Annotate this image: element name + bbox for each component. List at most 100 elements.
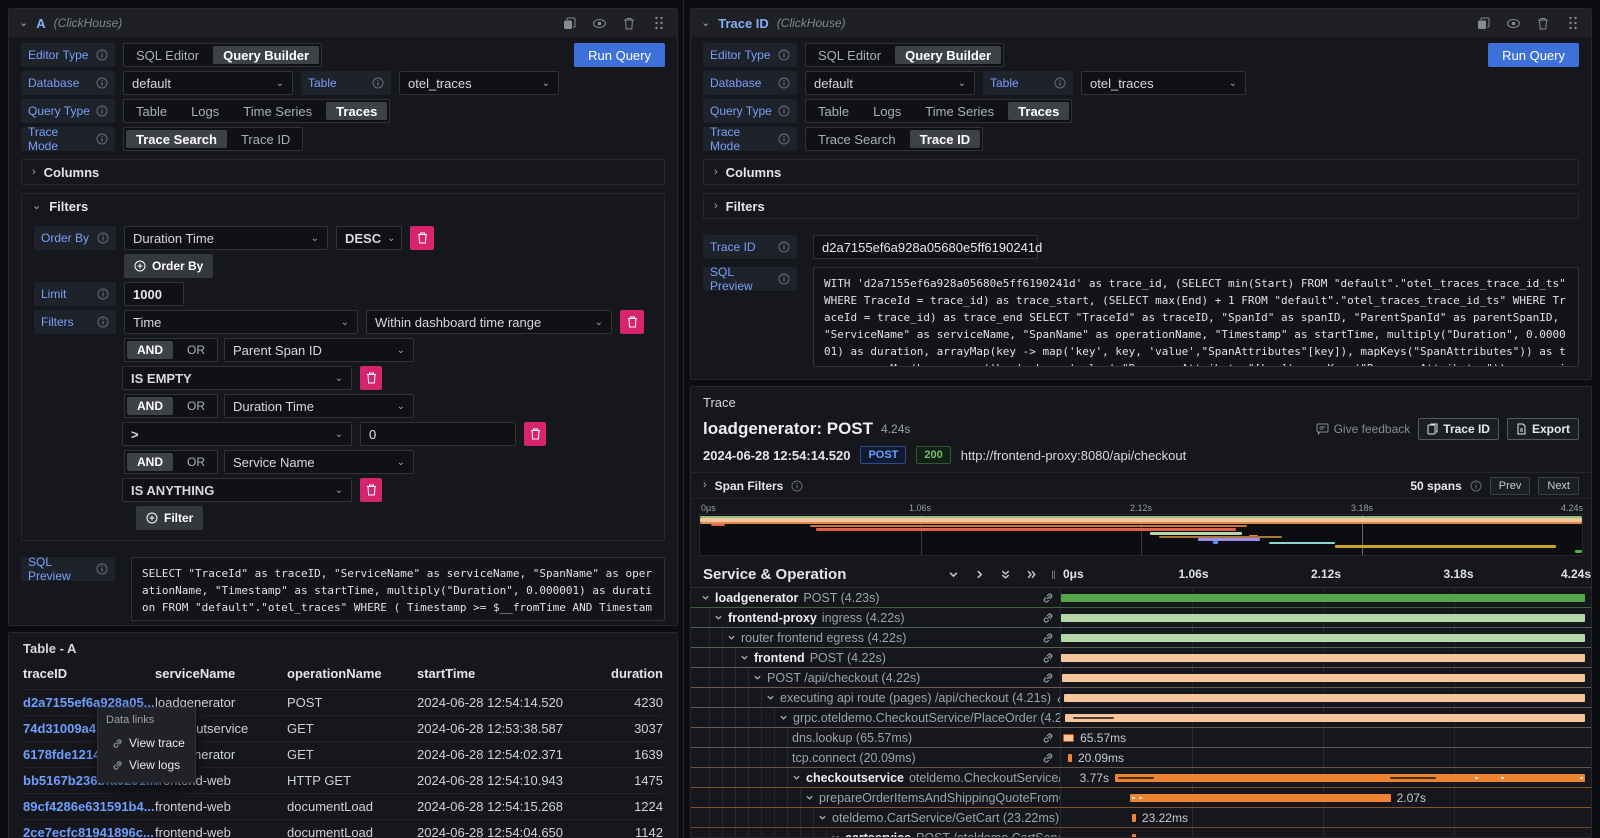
order-by-direction-select[interactable]: DESC⌄: [336, 226, 402, 250]
span-name-cell[interactable]: checkoutserviceoteldemo.CheckoutService/…: [691, 768, 1061, 787]
info-icon[interactable]: [778, 105, 790, 117]
span-row[interactable]: executing api route (pages) /api/checkou…: [691, 688, 1591, 708]
sql-editor-option[interactable]: SQL Editor: [124, 44, 211, 66]
query-type-timeseries[interactable]: Time Series: [231, 100, 324, 122]
delete-query-trash-icon[interactable]: [621, 15, 637, 31]
remove-time-filter-button[interactable]: [620, 310, 644, 334]
trace-search-option[interactable]: Trace Search: [126, 130, 227, 148]
span-bar-cell[interactable]: 2.07s: [1061, 788, 1585, 807]
span-bar[interactable]: [1061, 614, 1585, 622]
drag-handle-icon[interactable]: [1565, 15, 1581, 31]
span-collapse-chevron-icon[interactable]: [792, 773, 801, 782]
span-row[interactable]: oteldemo.CartService/GetCart (23.22ms)23…: [691, 808, 1591, 828]
collapse-chevron-icon[interactable]: ⌄: [701, 18, 710, 29]
remove-order-by-button[interactable]: [410, 226, 434, 250]
info-icon[interactable]: [778, 273, 790, 285]
span-bar[interactable]: [1065, 714, 1585, 722]
view-logs-link[interactable]: View logs: [106, 754, 187, 776]
span-bar-cell[interactable]: 3.77s: [1061, 768, 1585, 787]
query-type-logs[interactable]: Logs: [861, 100, 913, 122]
info-icon[interactable]: [778, 49, 790, 61]
trace-minimap[interactable]: 0μs1.06s2.12s3.18s4.24s: [699, 503, 1583, 556]
or-option[interactable]: OR: [175, 339, 217, 361]
expand-one-icon[interactable]: [971, 567, 987, 583]
trace-id-input[interactable]: d2a7155ef6a928a05680e5ff6190241d: [813, 235, 1038, 259]
span-bar[interactable]: [1063, 734, 1075, 742]
info-icon[interactable]: [97, 232, 109, 244]
query-inspector-button[interactable]: Query inspector: [805, 379, 935, 380]
span-bar[interactable]: [1064, 694, 1585, 702]
query-type-table[interactable]: Table: [806, 100, 861, 122]
span-bar[interactable]: [1062, 674, 1585, 682]
span-name-cell[interactable]: cartservicePOST /oteldemo.CartService/Ge…: [691, 828, 1061, 838]
filter-field-select[interactable]: Service Name⌄: [224, 450, 414, 474]
remove-filter-button[interactable]: [360, 478, 382, 502]
span-bar[interactable]: [1061, 634, 1585, 642]
span-bar-cell[interactable]: [1061, 588, 1585, 607]
hide-response-eye-icon[interactable]: [1505, 15, 1521, 31]
info-icon[interactable]: [97, 288, 109, 300]
sql-editor-option[interactable]: SQL Editor: [806, 44, 893, 66]
span-bar[interactable]: [1132, 814, 1136, 822]
drag-handle-icon[interactable]: [651, 15, 667, 31]
query-type-timeseries[interactable]: Time Series: [913, 100, 1006, 122]
collapse-one-icon[interactable]: [945, 567, 961, 583]
span-row[interactable]: grpc.oteldemo.CheckoutService/PlaceOrder…: [691, 708, 1591, 728]
info-icon[interactable]: [96, 77, 108, 89]
span-bar-cell[interactable]: [1061, 628, 1585, 647]
span-bar-cell[interactable]: [1061, 668, 1585, 687]
span-name-cell[interactable]: grpc.oteldemo.CheckoutService/PlaceOrder…: [691, 708, 1061, 727]
span-collapse-chevron-icon[interactable]: [753, 673, 762, 682]
span-name-cell[interactable]: frontendPOST (4.22s): [691, 648, 1061, 667]
duplicate-icon[interactable]: [1475, 15, 1491, 31]
trace-search-option[interactable]: Trace Search: [806, 128, 908, 150]
trace-id-option[interactable]: Trace ID: [229, 128, 302, 150]
order-by-field-select[interactable]: Duration Time⌄: [124, 226, 328, 250]
span-collapse-chevron-icon[interactable]: [714, 613, 723, 622]
span-collapse-chevron-icon[interactable]: [766, 693, 775, 702]
query-builder-option[interactable]: Query Builder: [895, 46, 1001, 64]
filter-operator-select[interactable]: IS EMPTY⌄: [122, 366, 352, 390]
duplicate-icon[interactable]: [561, 15, 577, 31]
span-collapse-chevron-icon[interactable]: [805, 793, 814, 802]
span-bar-cell[interactable]: [1061, 828, 1585, 838]
span-name-cell[interactable]: POST /api/checkout (4.22s): [691, 668, 1061, 687]
span-name-cell[interactable]: loadgeneratorPOST (4.23s): [691, 588, 1061, 607]
info-icon[interactable]: [372, 77, 384, 89]
info-icon[interactable]: [96, 563, 108, 575]
info-icon[interactable]: [1054, 77, 1066, 89]
span-row[interactable]: frontendPOST (4.22s): [691, 648, 1591, 668]
query-type-traces[interactable]: Traces: [326, 102, 387, 120]
span-name-cell[interactable]: frontend-proxyingress (4.22s): [691, 608, 1061, 627]
minimap-canvas-box[interactable]: [699, 514, 1583, 556]
prev-span-button[interactable]: Prev: [1490, 477, 1531, 495]
filters-section-header[interactable]: ›Filters: [704, 194, 1578, 218]
info-icon[interactable]: [791, 480, 803, 492]
span-name-cell[interactable]: router frontend egress (4.22s): [691, 628, 1061, 647]
span-bar-cell[interactable]: 20.09ms: [1061, 748, 1585, 767]
info-icon[interactable]: [778, 77, 790, 89]
span-collapse-chevron-icon[interactable]: [701, 593, 710, 602]
span-collapse-chevron-icon[interactable]: [818, 813, 827, 822]
span-bar[interactable]: [1061, 654, 1585, 662]
span-row[interactable]: checkoutserviceoteldemo.CheckoutService/…: [691, 768, 1591, 788]
column-header[interactable]: traceID: [23, 666, 155, 681]
database-select[interactable]: default⌄: [123, 71, 293, 95]
span-link-icon[interactable]: [1042, 632, 1060, 644]
span-link-icon[interactable]: [1042, 592, 1060, 604]
give-feedback-link[interactable]: Give feedback: [1316, 422, 1411, 436]
query-builder-option[interactable]: Query Builder: [213, 46, 319, 64]
filter-operator-select[interactable]: IS ANYTHING⌄: [122, 478, 352, 502]
filter-field-select[interactable]: Duration Time⌄: [224, 394, 414, 418]
span-row[interactable]: cartservicePOST /oteldemo.CartService/Ge…: [691, 828, 1591, 838]
add-order-by-button[interactable]: Order By: [124, 254, 213, 278]
span-bar[interactable]: [1115, 774, 1585, 782]
span-name-cell[interactable]: dns.lookup (65.57ms): [691, 728, 1061, 747]
span-bar[interactable]: [1130, 794, 1390, 802]
info-icon[interactable]: [96, 105, 108, 117]
info-icon[interactable]: [1470, 480, 1482, 492]
span-link-icon[interactable]: [1042, 732, 1060, 744]
span-link-icon[interactable]: [1042, 652, 1060, 664]
add-filter-button[interactable]: Filter: [136, 506, 203, 530]
delete-query-trash-icon[interactable]: [1535, 15, 1551, 31]
